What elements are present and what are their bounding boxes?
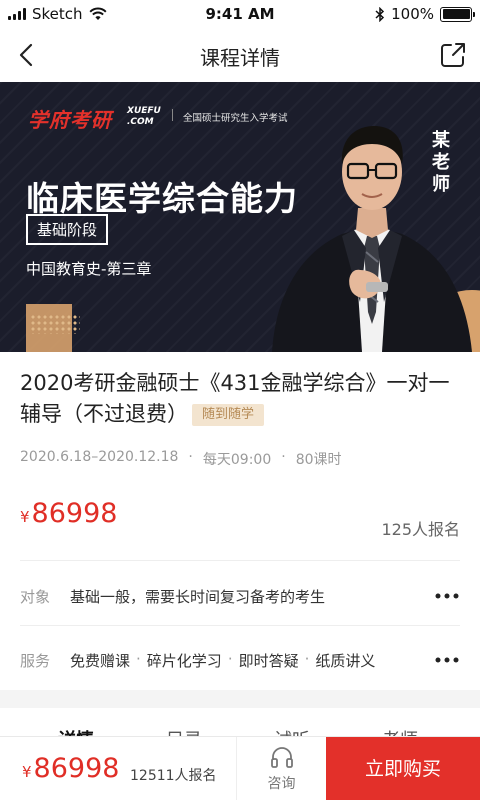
currency-symbol: ¥ [20,508,30,526]
service-item: 免费赠课 [70,652,131,670]
price-row: ¥86998 125人报名 [20,498,460,542]
banner-stage-badge: 基础阶段 [26,214,109,245]
bottom-enrolled-count: 12511人报名 [130,768,217,784]
divider [20,560,460,561]
teacher-name: 某老师 [432,130,450,195]
course-hours: 80课时 [295,452,342,468]
service-separator: · [227,650,233,668]
more-icon[interactable] [434,586,460,606]
status-right: 100% [375,5,475,23]
target-value: 基础一般，需要长时间复习备考的考生 [70,588,326,606]
banner-chapter: 中国教育史-第三章 [26,260,152,278]
banner-headline: 临床医学综合能力 [26,179,298,218]
service-item: 碎片化学习 [146,652,222,670]
bluetooth-icon [375,6,385,22]
learning-mode-tag: 随到随学 [192,404,265,426]
consult-button[interactable]: 咨询 [236,737,326,800]
decor-dots [30,314,80,334]
buy-now-button[interactable]: 立即购买 [326,737,480,800]
brand-logo-en: XUEFU .COM [127,106,161,127]
service-row[interactable]: 服务 免费赠课 · 碎片化学习 · 即时答疑 · 纸质讲义 [20,646,460,676]
share-icon[interactable] [438,40,468,70]
course-title: 2020考研金融硕士《431金融学综合》一对一辅导（不过退费） 随到随学 [20,368,460,430]
consult-label: 咨询 [267,776,296,792]
bottom-bar: ¥86998 12511人报名 咨询 立即购买 [0,736,480,800]
brand-logo: 学府考研 [28,108,112,132]
status-bar: Sketch 9:41 AM 100% [0,0,480,28]
section-gap [0,690,480,708]
service-separator: · [136,650,141,668]
bottom-price: ¥86998 [22,753,119,784]
battery-percent: 100% [391,5,434,23]
headset-icon [271,747,293,768]
bottom-price-value: 86998 [33,753,120,784]
course-dates: 2020.6.18–2020.12.18 [20,449,179,465]
service-item: 纸质讲义 [315,652,376,670]
course-price: ¥86998 [20,498,117,529]
nav-bar: 课程详情 [0,28,480,82]
battery-icon [440,6,475,22]
service-item: 即时答疑 [238,652,299,670]
meta-separator: · [188,449,193,465]
target-label: 对象 [20,588,51,606]
course-price-value: 86998 [31,498,118,529]
course-schedule: 每天09:00 [202,452,272,468]
course-meta: 2020.6.18–2020.12.18 · 每天09:00 · 80课时 [20,449,342,469]
divider [20,625,460,626]
more-icon[interactable] [434,650,460,670]
service-label: 服务 [20,652,51,670]
tab-bar: 详情 目录 试听 老师 [0,708,480,738]
tagline-divider [172,109,173,121]
course-banner: 学府考研 XUEFU .COM 全国硕士研究生入学考试 临床医学综合能力 基础阶… [0,82,480,352]
service-separator: · [304,650,310,668]
service-list: 免费赠课 · 碎片化学习 · 即时答疑 · 纸质讲义 [70,650,375,671]
meta-separator: · [281,449,286,465]
page-title: 课程详情 [200,46,280,70]
target-row[interactable]: 对象 基础一般，需要长时间复习备考的考生 [20,582,460,612]
enrolled-count: 125人报名 [381,520,460,539]
currency-symbol: ¥ [22,763,32,781]
